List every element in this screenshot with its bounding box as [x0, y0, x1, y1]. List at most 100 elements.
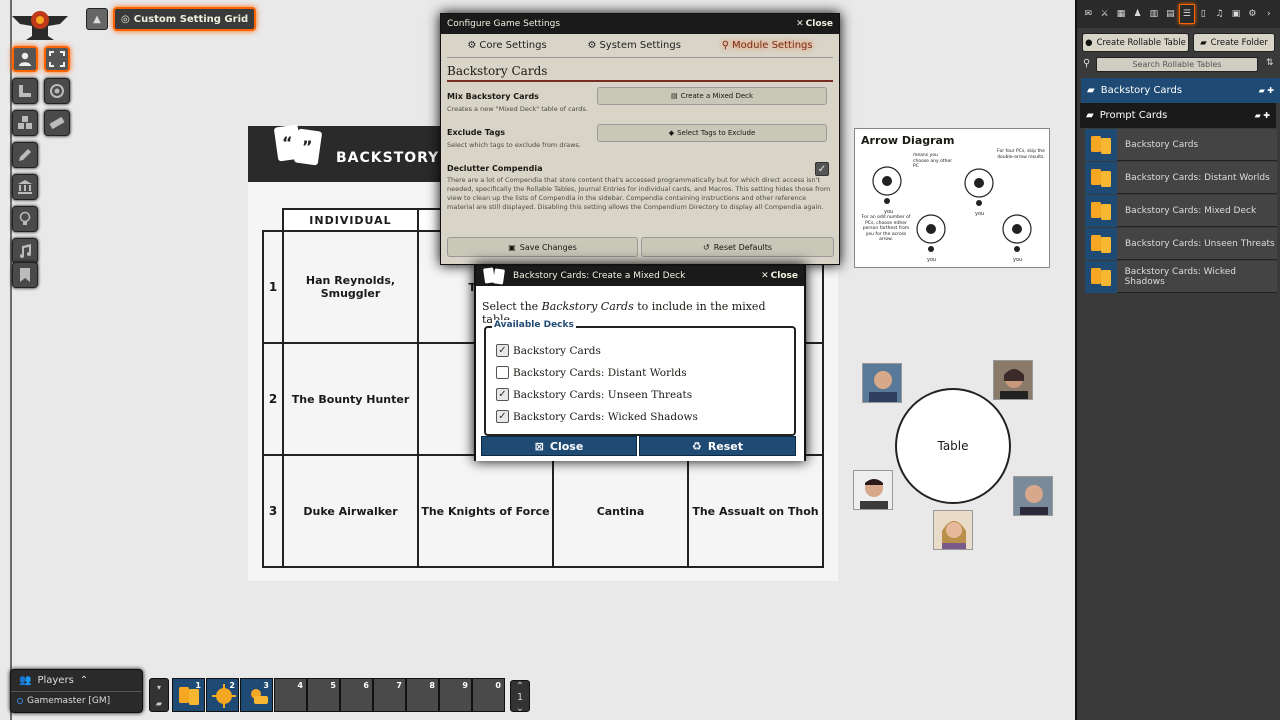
- bookmark-icon: [20, 268, 30, 282]
- cards-icon[interactable]: ▯: [1195, 4, 1211, 24]
- table-entry[interactable]: Backstory Cards: Mixed Deck: [1085, 194, 1277, 227]
- deck-option[interactable]: ✓ Backstory Cards: Wicked Shadows: [496, 410, 698, 423]
- collapse-icon[interactable]: ›: [1261, 4, 1277, 24]
- deck-option[interactable]: Backstory Cards: Distant Worlds: [496, 366, 687, 379]
- row-number: 2: [262, 342, 284, 456]
- svg-text:”: ”: [302, 137, 313, 156]
- chevron-down-icon[interactable]: ⌄: [516, 703, 524, 714]
- create-rollable-table-button[interactable]: ● Create Rollable Table: [1082, 33, 1189, 52]
- macro-slot-9[interactable]: 9: [439, 678, 472, 712]
- target-icon: [50, 84, 64, 98]
- player-avatar-2[interactable]: [993, 360, 1033, 400]
- player-avatar-5[interactable]: [933, 510, 973, 550]
- circle-tool-button[interactable]: [44, 78, 70, 104]
- chat-icon[interactable]: ✉: [1080, 4, 1096, 24]
- sort-icon[interactable]: ⇅: [1266, 58, 1274, 68]
- folder-open-icon: ▰: [1086, 110, 1094, 121]
- tables-icon[interactable]: ☰: [1178, 4, 1195, 24]
- window-header[interactable]: Configure Game Settings ✕ Close: [441, 14, 839, 34]
- scene-tab-custom-setting-grid[interactable]: ◎ Custom Setting Grid: [113, 7, 257, 31]
- folder-actions[interactable]: ▰ ✚: [1255, 111, 1270, 120]
- folder-backstory-cards[interactable]: ▰ Backstory Cards ▰ ✚: [1081, 78, 1280, 103]
- select-tool-button[interactable]: [44, 46, 70, 72]
- settings-icon[interactable]: ⚙: [1244, 4, 1260, 24]
- checkbox[interactable]: ✓: [496, 410, 509, 423]
- actors-icon[interactable]: ♟: [1129, 4, 1145, 24]
- plug-icon: ⚲: [721, 40, 730, 51]
- macro-slot-1[interactable]: 1: [172, 678, 205, 712]
- walls-controls-button[interactable]: [12, 174, 38, 200]
- macro-slot-2[interactable]: 2: [206, 678, 239, 712]
- playlists-icon[interactable]: ♫: [1211, 4, 1227, 24]
- lightbulb-icon: [19, 211, 31, 225]
- macro-slot-7[interactable]: 7: [373, 678, 406, 712]
- table-entry[interactable]: Backstory Cards: Distant Worlds: [1085, 161, 1277, 194]
- scenes-icon[interactable]: ▦: [1113, 4, 1129, 24]
- player-avatar-3[interactable]: [853, 470, 893, 510]
- checkbox[interactable]: [496, 366, 509, 379]
- column-header-individual: INDIVIDUAL: [282, 208, 419, 232]
- select-tags-button[interactable]: ◆ Select Tags to Exclude: [597, 124, 827, 142]
- database-icon: ▤: [670, 92, 678, 100]
- folder-actions[interactable]: ▰ ✚: [1259, 86, 1274, 95]
- configure-settings-window: Configure Game Settings ✕ Close ⚙ Core Set…: [440, 13, 840, 265]
- macro-slot-5[interactable]: 5: [307, 678, 340, 712]
- notes-controls-button[interactable]: [12, 262, 38, 288]
- tab-system-settings[interactable]: ⚙ System Settings: [587, 40, 680, 51]
- create-folder-button[interactable]: ▰ Create Folder: [1193, 33, 1275, 52]
- close-button[interactable]: ✕ Close: [796, 19, 833, 29]
- token-controls-button[interactable]: [12, 46, 38, 72]
- drawing-controls-button[interactable]: [12, 142, 38, 168]
- table-entry[interactable]: Backstory Cards: Wicked Shadows: [1085, 260, 1277, 293]
- folder-prompt-cards[interactable]: ▰ Prompt Cards ▰ ✚: [1080, 103, 1276, 128]
- tab-module-settings[interactable]: ⚲ Module Settings: [722, 40, 813, 51]
- measure-controls-button[interactable]: [12, 78, 38, 104]
- create-mixed-deck-button[interactable]: ▤ Create a Mixed Deck: [597, 87, 827, 105]
- macro-slot-4[interactable]: 4: [274, 678, 307, 712]
- hotbar-controls[interactable]: ▾ ▰: [149, 678, 169, 712]
- scene-nav-toggle[interactable]: ▲: [86, 8, 108, 30]
- players-header[interactable]: 👥 Players ⌃: [11, 670, 142, 692]
- macro-slot-8[interactable]: 8: [406, 678, 439, 712]
- deck-option[interactable]: ✓ Backstory Cards: Unseen Threats: [496, 388, 692, 401]
- pencil-icon: [19, 149, 31, 161]
- table-entry[interactable]: Backstory Cards: [1085, 128, 1277, 161]
- tiles-controls-button[interactable]: [12, 110, 38, 136]
- canvas-border: [10, 0, 12, 720]
- close-button[interactable]: ✕ Close: [761, 271, 798, 281]
- expand-icon: [49, 51, 65, 67]
- declutter-checkbox[interactable]: ✓: [815, 162, 829, 176]
- macro-slot-3[interactable]: 3: [240, 678, 273, 712]
- dialog-reset-button[interactable]: ♻ Reset: [639, 436, 796, 456]
- journal-icon[interactable]: ▤: [1162, 4, 1178, 24]
- dialog-body: Select the Backstory Cards to include in…: [476, 286, 804, 461]
- macro-slot-0[interactable]: 0: [472, 678, 505, 712]
- dialog-close-button[interactable]: ⊠ Close: [481, 436, 637, 456]
- deck-option[interactable]: ✓ Backstory Cards: [496, 344, 601, 357]
- setting-label: Declutter Compendia: [447, 164, 543, 173]
- table-entry[interactable]: Backstory Cards: Unseen Threats: [1085, 227, 1277, 260]
- table-cell: Cantina: [552, 454, 689, 568]
- checkbox[interactable]: ✓: [496, 388, 509, 401]
- table-cell: Han Reynolds, Smuggler: [282, 230, 419, 344]
- combat-icon[interactable]: ⚔: [1096, 4, 1112, 24]
- users-icon: 👥: [19, 675, 32, 686]
- cards-thumbnail-icon: [1085, 194, 1117, 227]
- window-title: Configure Game Settings: [447, 19, 561, 29]
- player-avatar-1[interactable]: [862, 363, 902, 403]
- player-avatar-4[interactable]: [1013, 476, 1053, 516]
- tab-core-settings[interactable]: ⚙ Core Settings: [467, 40, 546, 51]
- compendium-icon[interactable]: ▣: [1228, 4, 1244, 24]
- sounds-controls-button[interactable]: [12, 238, 38, 264]
- chevron-up-icon[interactable]: ⌃: [516, 681, 524, 692]
- ruler-tool-button[interactable]: [44, 110, 70, 136]
- macro-slot-6[interactable]: 6: [340, 678, 373, 712]
- lighting-controls-button[interactable]: [12, 206, 38, 232]
- hotbar-page-control[interactable]: ⌃ 1 ⌄: [510, 680, 530, 714]
- dialog-header[interactable]: Backstory Cards: Create a Mixed Deck ✕ Cl…: [476, 266, 804, 286]
- items-icon[interactable]: ▥: [1146, 4, 1162, 24]
- reset-defaults-button[interactable]: ↺ Reset Defaults: [641, 237, 834, 257]
- save-changes-button[interactable]: ▣ Save Changes: [447, 237, 638, 257]
- search-input[interactable]: Search Rollable Tables: [1096, 57, 1258, 72]
- checkbox[interactable]: ✓: [496, 344, 509, 357]
